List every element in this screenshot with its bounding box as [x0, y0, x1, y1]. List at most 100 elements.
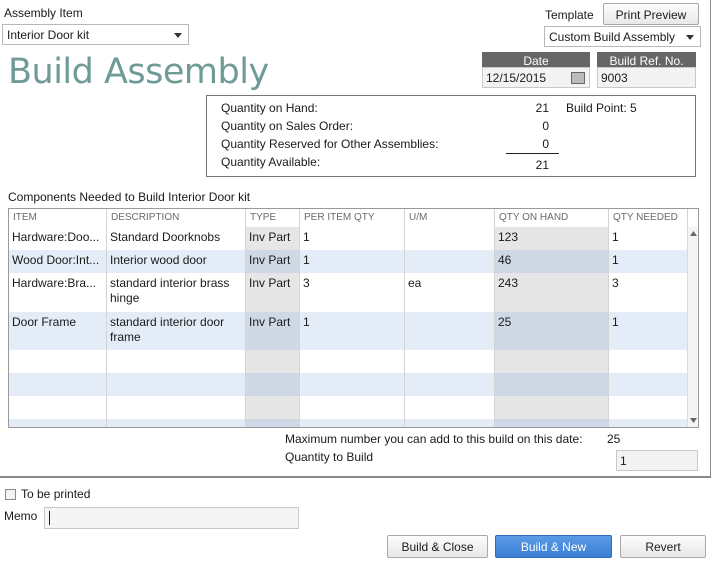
build-point-label: Build Point: 5 [566, 101, 637, 115]
table-row[interactable]: Door Frame standard interior door frame … [9, 312, 688, 350]
table-scrollbar[interactable] [687, 227, 698, 427]
column-header-per-item-qty[interactable]: PER ITEM QTY [300, 209, 405, 227]
cell-qty-on-hand [495, 373, 609, 396]
to-be-printed-checkbox[interactable] [5, 489, 16, 500]
available-label: Quantity Available: [221, 155, 321, 169]
assembly-item-value: Interior Door kit [7, 28, 90, 42]
revert-button[interactable]: Revert [620, 535, 706, 558]
table-row[interactable]: Hardware:Bra... standard interior brass … [9, 273, 688, 312]
cell-qty-needed[interactable]: 3 [609, 273, 688, 312]
cell-item[interactable] [9, 419, 107, 427]
cell-description[interactable] [107, 396, 246, 419]
date-field[interactable]: 12/15/2015 [482, 67, 590, 88]
cell-description[interactable] [107, 419, 246, 427]
build-ref-header: Build Ref. No. [597, 52, 696, 68]
build-close-button[interactable]: Build & Close [387, 535, 488, 558]
cell-description[interactable] [107, 350, 246, 373]
cell-qty-on-hand: 243 [495, 273, 609, 312]
cell-type: Inv Part [246, 312, 300, 350]
cell-per-item-qty[interactable] [300, 350, 405, 373]
cell-qty-needed[interactable]: 1 [609, 227, 688, 250]
date-value: 12/15/2015 [486, 71, 547, 85]
template-value: Custom Build Assembly [549, 30, 676, 44]
cell-description[interactable]: standard interior door frame [107, 312, 246, 350]
print-preview-button[interactable]: Print Preview [603, 3, 699, 25]
column-header-qty-needed[interactable]: QTY NEEDED [609, 209, 688, 227]
table-row-empty[interactable] [9, 373, 688, 396]
cell-per-item-qty[interactable]: 1 [300, 250, 405, 273]
cell-type: Inv Part [246, 250, 300, 273]
cell-type [246, 419, 300, 427]
table-row[interactable]: Wood Door:Int... Interior wood door Inv … [9, 250, 688, 273]
cell-um[interactable] [405, 250, 495, 273]
cell-um[interactable] [405, 350, 495, 373]
cell-um[interactable] [405, 373, 495, 396]
reserved-label: Quantity Reserved for Other Assemblies: [221, 137, 439, 151]
cell-qty-needed[interactable] [609, 373, 688, 396]
reserved-value: 0 [542, 137, 549, 151]
cell-item[interactable] [9, 396, 107, 419]
cell-per-item-qty[interactable]: 1 [300, 227, 405, 250]
cell-item[interactable]: Door Frame [9, 312, 107, 350]
table-row[interactable]: Hardware:Doo... Standard Doorknobs Inv P… [9, 227, 688, 250]
scrollbar-arrows-icon[interactable] [688, 227, 699, 427]
build-assembly-form: Assembly Item Interior Door kit Template… [0, 0, 711, 478]
cell-item[interactable]: Wood Door:Int... [9, 250, 107, 273]
cell-qty-on-hand [495, 419, 609, 427]
cell-item[interactable]: Hardware:Doo... [9, 227, 107, 250]
cell-per-item-qty[interactable]: 1 [300, 312, 405, 350]
cell-description[interactable]: Interior wood door [107, 250, 246, 273]
template-label: Template [545, 8, 594, 22]
cell-qty-needed[interactable] [609, 350, 688, 373]
cell-qty-needed[interactable] [609, 419, 688, 427]
quantity-summary: Quantity on Hand: 21 Build Point: 5 Quan… [206, 95, 696, 177]
cell-qty-needed[interactable] [609, 396, 688, 419]
table-row-empty[interactable] [9, 419, 688, 427]
build-new-button[interactable]: Build & New [495, 535, 612, 558]
cell-qty-needed[interactable]: 1 [609, 250, 688, 273]
column-header-qty-on-hand[interactable]: QTY ON HAND [495, 209, 609, 227]
cell-qty-on-hand: 123 [495, 227, 609, 250]
column-header-um[interactable]: U/M [405, 209, 495, 227]
column-header-description[interactable]: DESCRIPTION [107, 209, 246, 227]
cell-um[interactable]: ea [405, 273, 495, 312]
cell-description[interactable] [107, 373, 246, 396]
assembly-item-select[interactable]: Interior Door kit [2, 24, 189, 45]
cell-per-item-qty[interactable]: 3 [300, 273, 405, 312]
on-hand-label: Quantity on Hand: [221, 101, 318, 115]
table-row-empty[interactable] [9, 350, 688, 373]
build-ref-field[interactable]: 9003 [597, 67, 696, 88]
column-header-item[interactable]: ITEM [9, 209, 107, 227]
components-table: ITEM DESCRIPTION TYPE PER ITEM QTY U/M Q… [8, 208, 699, 428]
chevron-down-icon [686, 35, 694, 40]
column-header-type[interactable]: TYPE [246, 209, 300, 227]
qty-to-build-value: 1 [620, 454, 627, 468]
available-value: 21 [535, 158, 549, 172]
cell-description[interactable]: Standard Doorknobs [107, 227, 246, 250]
sum-divider [506, 153, 559, 154]
cell-item[interactable]: Hardware:Bra... [9, 273, 107, 312]
cell-per-item-qty[interactable] [300, 373, 405, 396]
cell-description[interactable]: standard interior brass hinge [107, 273, 246, 312]
to-be-printed-label: To be printed [21, 487, 91, 501]
cell-um[interactable] [405, 419, 495, 427]
assembly-item-label: Assembly Item [4, 6, 83, 20]
text-cursor [49, 511, 50, 525]
cell-um[interactable] [405, 227, 495, 250]
cell-item[interactable] [9, 373, 107, 396]
components-heading: Components Needed to Build Interior Door… [8, 190, 251, 204]
cell-qty-needed[interactable]: 1 [609, 312, 688, 350]
calendar-icon[interactable] [571, 72, 585, 84]
cell-um[interactable] [405, 396, 495, 419]
table-row-empty[interactable] [9, 396, 688, 419]
template-select[interactable]: Custom Build Assembly [544, 26, 701, 47]
memo-input[interactable] [44, 507, 299, 529]
cell-um[interactable] [405, 312, 495, 350]
qty-to-build-input[interactable]: 1 [616, 450, 698, 471]
cell-per-item-qty[interactable] [300, 419, 405, 427]
max-build-value: 25 [607, 432, 621, 446]
cell-item[interactable] [9, 350, 107, 373]
chevron-down-icon [174, 33, 182, 38]
cell-per-item-qty[interactable] [300, 396, 405, 419]
cell-qty-on-hand: 25 [495, 312, 609, 350]
